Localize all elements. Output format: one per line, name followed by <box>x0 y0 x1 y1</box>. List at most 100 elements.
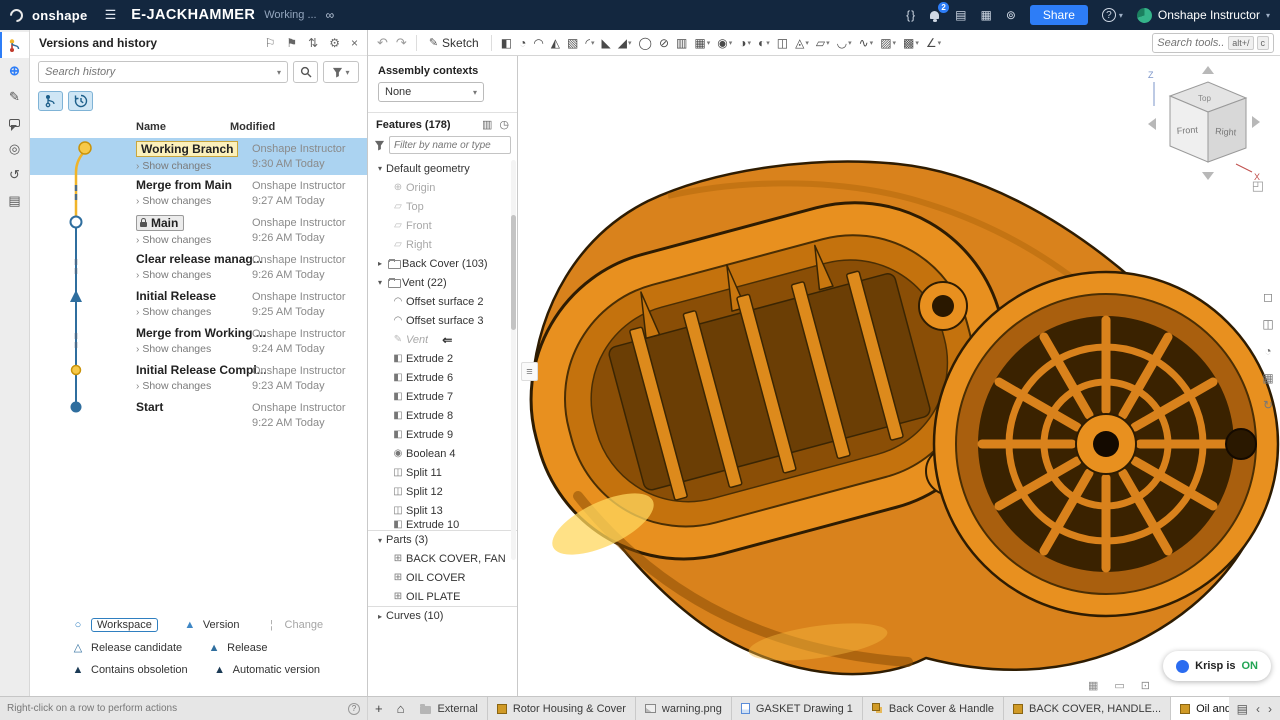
chevron-right-icon[interactable]: ▸ <box>374 612 386 621</box>
surface-tool-button[interactable]: ◡▾ <box>834 34 855 52</box>
mirror-tool-button[interactable]: ◑▾ <box>736 34 754 52</box>
show-changes-link[interactable]: ›Show changes <box>136 343 266 355</box>
view-cube[interactable]: Top Front Right Z X <box>1132 62 1264 194</box>
search-tools-input[interactable] <box>1157 37 1225 49</box>
feature-item[interactable]: ▸Back Cover (103) <box>368 254 517 273</box>
document-tab[interactable]: BACK COVER, HANDLE... <box>1004 697 1171 720</box>
create-branch-icon[interactable]: ⚐ <box>265 36 276 50</box>
feature-item[interactable]: Extrude 7 <box>368 387 517 406</box>
show-changes-link[interactable]: ›Show changes <box>136 160 238 172</box>
chevron-down-icon[interactable]: ▾ <box>374 278 386 287</box>
feature-item[interactable]: OIL PLATE <box>368 587 517 606</box>
feature-item[interactable]: Extrude 2 <box>368 349 517 368</box>
frame-tool-button[interactable]: ▩▾ <box>900 34 922 52</box>
comments-icon[interactable] <box>0 110 29 136</box>
filter-button[interactable]: ▾ <box>323 61 359 83</box>
onshape-logo-icon[interactable] <box>7 6 25 24</box>
version-row[interactable]: Working Branch›Show changesOnshape Instr… <box>30 138 367 175</box>
properties-icon[interactable]: ▤ <box>0 188 29 214</box>
notifications-button[interactable]: 2 <box>929 9 941 21</box>
history-view-toggle[interactable] <box>68 91 93 111</box>
feature-item[interactable]: ▾Vent (22) <box>368 273 517 292</box>
extrude-tool-button[interactable]: ◧ <box>498 34 515 52</box>
isolate-icon[interactable]: ◔ <box>1259 342 1277 360</box>
linear-pattern-tool-button[interactable]: ▦▾ <box>691 34 713 52</box>
history-icon[interactable]: ↺ <box>0 162 29 188</box>
version-row[interactable]: Merge from Working ...›Show changesOnsha… <box>30 323 367 360</box>
zoom-fit-icon[interactable]: ◻ <box>1259 288 1277 306</box>
feature-item[interactable]: Split 11 <box>368 463 517 482</box>
document-tab[interactable]: GASKET Drawing 1 <box>732 697 863 720</box>
search-tools-box[interactable]: alt+/ c <box>1152 33 1274 53</box>
draft-tool-button[interactable]: ◢▾ <box>615 34 635 52</box>
history-search-box[interactable]: ▾ <box>38 61 288 83</box>
measure-tool-button[interactable]: ∠▾ <box>923 34 944 52</box>
chevron-right-icon[interactable]: ▸ <box>374 259 386 268</box>
rotate-left-arrow[interactable] <box>1148 118 1156 130</box>
new-tab-button[interactable]: + <box>368 701 390 716</box>
feature-item[interactable]: Offset surface 2 <box>368 292 517 311</box>
feature-item[interactable]: Extrude 10 <box>368 520 517 530</box>
document-tab[interactable]: Back Cover & Handle <box>863 697 1004 720</box>
close-icon[interactable]: × <box>351 36 358 50</box>
tabs-scroll-left[interactable]: ‹ <box>1253 702 1263 716</box>
layout-icon[interactable]: ▭ <box>1114 679 1124 692</box>
section-view-icon[interactable]: ◫ <box>1259 315 1277 333</box>
feature-item[interactable]: Vent⇐ <box>368 330 517 349</box>
feature-item[interactable]: BACK COVER, FAN <box>368 549 517 568</box>
account-menu[interactable]: Onshape Instructor ▾ <box>1137 8 1270 23</box>
create-version-icon[interactable]: ⚑ <box>286 36 297 50</box>
follow-mode-icon[interactable]: ◎ <box>0 136 29 162</box>
learning-center-icon[interactable]: ⊚ <box>1006 8 1016 22</box>
circular-pattern-tool-button[interactable]: ◉▾ <box>714 34 735 52</box>
version-row[interactable]: Clear release manag...›Show changesOnsha… <box>30 249 367 286</box>
open-panel-icon[interactable]: ▥ <box>482 118 492 131</box>
filter-icon[interactable] <box>374 140 385 151</box>
capture-icon[interactable]: ▦ <box>1088 679 1098 692</box>
rotate-up-arrow[interactable] <box>1202 66 1214 74</box>
feature-item[interactable]: ▾Parts (3) <box>368 530 517 549</box>
markup-icon[interactable]: ✎ <box>0 84 29 110</box>
tabs-scroll-right[interactable]: › <box>1265 702 1275 716</box>
feature-item[interactable]: ▾Default geometry <box>368 159 517 178</box>
undo-icon[interactable]: ↶ <box>374 35 391 51</box>
show-changes-link[interactable]: ›Show changes <box>136 380 267 392</box>
refresh-icon[interactable]: ↻ <box>1259 396 1277 414</box>
show-changes-link[interactable]: ›Show changes <box>136 269 263 281</box>
tab-manager-icon[interactable]: ⌂ <box>390 701 412 716</box>
insert-icon[interactable]: ⊕ <box>0 58 29 84</box>
feature-item[interactable]: Extrude 9 <box>368 425 517 444</box>
version-row[interactable]: Initial Release›Show changesOnshape Inst… <box>30 286 367 323</box>
feature-history-icon[interactable]: ◷ <box>499 118 509 131</box>
rollback-arrow-icon[interactable]: ⇐ <box>442 333 452 347</box>
thicken-tool-button[interactable]: ▧ <box>564 34 581 52</box>
curve-tool-button[interactable]: ∿▾ <box>856 34 877 52</box>
help-icon[interactable]: ? <box>348 703 360 715</box>
feature-item[interactable]: Origin <box>368 178 517 197</box>
chevron-down-icon[interactable]: ▾ <box>374 164 386 173</box>
feature-item[interactable]: Boolean 4 <box>368 444 517 463</box>
graph-view-toggle[interactable] <box>38 91 63 111</box>
share-button[interactable]: Share <box>1030 5 1088 25</box>
show-changes-link[interactable]: ›Show changes <box>136 234 211 246</box>
revolve-tool-button[interactable]: ◔ <box>516 34 529 52</box>
document-tab[interactable]: Oil and Back Cover <box>1171 697 1229 720</box>
chevron-down-icon[interactable]: ▾ <box>374 536 386 545</box>
loft-tool-button[interactable]: ◭ <box>548 34 563 52</box>
scrollbar-thumb[interactable] <box>511 215 516 330</box>
hole-tool-button[interactable]: ⊘ <box>656 34 672 52</box>
rotate-down-arrow[interactable] <box>1202 172 1214 180</box>
split-tool-button[interactable]: ◫ <box>774 34 791 52</box>
feature-item[interactable]: Split 12 <box>368 482 517 501</box>
feature-item[interactable]: OIL COVER <box>368 568 517 587</box>
settings-icon[interactable]: ⚙ <box>329 36 340 50</box>
feature-list-flyout-handle[interactable]: ≡ <box>521 362 538 381</box>
compare-icon[interactable]: ⇅ <box>308 36 318 50</box>
show-changes-link[interactable]: ›Show changes <box>136 195 232 207</box>
feature-item[interactable]: Right <box>368 235 517 254</box>
sheet-metal-tool-button[interactable]: ▨▾ <box>877 34 899 52</box>
krisp-widget[interactable]: Krisp is ON <box>1163 651 1271 681</box>
feature-item[interactable]: Split 13 <box>368 501 517 520</box>
feature-item[interactable]: Extrude 6 <box>368 368 517 387</box>
view-cube-home-icon[interactable]: ◰ <box>1252 178 1264 194</box>
